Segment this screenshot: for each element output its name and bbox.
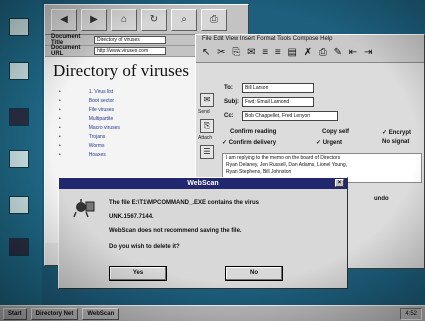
taskbar: Start Directory Net WebScan 4:52: [0, 305, 425, 321]
mail-menubar[interactable]: File Edit View Insert Format Tools Compo…: [196, 35, 424, 45]
url-label: Document URL: [51, 45, 81, 57]
subject-label: Subj:: [224, 99, 239, 105]
message-line: Ryan Stephens, Bill Johnston: [226, 169, 292, 175]
mail-side-icons: ✉ ⎘ ☰: [200, 93, 216, 171]
home-icon[interactable]: ⌂: [111, 8, 137, 31]
dialog-message-advice: WebScan does not recommend saving the fi…: [109, 228, 242, 234]
yes-button[interactable]: Yes: [109, 266, 167, 281]
tree-item[interactable]: Multipartite: [59, 116, 113, 122]
dialog-question: Do you wish to delete it?: [109, 244, 180, 250]
dialog-titlebar: WebScan ×: [59, 178, 347, 189]
title-field[interactable]: Directory of viruses: [94, 36, 166, 44]
desktop: [0, 0, 42, 305]
dialog-title: WebScan: [187, 180, 219, 187]
to-field[interactable]: Bill Larson: [242, 83, 314, 93]
close-icon[interactable]: ×: [335, 179, 344, 187]
virus-warning-dialog: WebScan × The file E:\T1\MPCOMMAND_.EXE …: [58, 177, 348, 289]
message-line: I am replying to the memo on the board o…: [226, 155, 341, 161]
forward-icon[interactable]: ▶: [81, 8, 107, 31]
send-label: Send: [198, 109, 210, 115]
urgent-option[interactable]: ✓ Urgent: [316, 139, 342, 146]
cc-field[interactable]: Bob Chappellet, Fred Lenyon: [242, 111, 338, 121]
address-book-icon[interactable]: ☰: [200, 145, 214, 159]
dialog-message-virus: UNK.1567.7144.: [109, 214, 154, 220]
back-icon[interactable]: ◀: [51, 8, 77, 31]
tree-item[interactable]: File viruses: [59, 107, 114, 113]
confirm-delivery-option[interactable]: ✓ Confirm delivery: [222, 139, 276, 146]
dialog-message-file: The file E:\T1\MPCOMMAND_.EXE contains t…: [109, 200, 260, 206]
search-icon[interactable]: ⌕: [171, 8, 197, 31]
taskbar-item[interactable]: Directory Net: [30, 307, 79, 320]
browser-toolbar: ◀ ▶ ⌂ ↻ ⌕ ⎙: [45, 5, 248, 35]
copy-self-option[interactable]: Copy self: [322, 129, 349, 135]
desktop-icon[interactable]: [9, 196, 29, 214]
desktop-icon[interactable]: [9, 238, 29, 256]
tree-item[interactable]: Worms: [59, 143, 105, 149]
attach-label: Attach: [198, 135, 213, 141]
tree-item[interactable]: Trojans: [59, 134, 106, 140]
desktop-icon[interactable]: [9, 108, 29, 126]
reload-icon[interactable]: ↻: [141, 8, 167, 31]
subject-field[interactable]: Fwd: Email Lamond: [242, 97, 314, 107]
encrypt-option[interactable]: ✓ Encrypt: [382, 129, 411, 136]
virus-scanner-icon: [73, 199, 95, 218]
cc-label: Cc:: [224, 113, 234, 119]
no-button[interactable]: No: [225, 266, 283, 281]
tree-item[interactable]: Macro viruses: [59, 125, 120, 131]
tree-item[interactable]: 1. Virus list: [59, 89, 113, 95]
undo-label[interactable]: undo: [374, 196, 424, 208]
tree-item[interactable]: Boot sector: [59, 98, 114, 104]
clock: 4:52: [400, 307, 422, 320]
no-signature-option[interactable]: No signat: [382, 139, 409, 145]
desktop-icon[interactable]: [9, 150, 29, 168]
to-label: To:: [224, 85, 233, 91]
mail-format-toolbar[interactable]: ↖ ✂ ⎘ ✉ ≡ ≡ ▤ ✗ ⎙ ✎ ⇤ ⇥: [196, 45, 424, 63]
url-field[interactable]: http://www.viruses.com: [94, 47, 166, 55]
taskbar-item[interactable]: WebScan: [82, 307, 120, 320]
message-line: Ryan Delaney, Jen Russell, Dan Adams, Li…: [226, 162, 348, 168]
subject-row: Subj: Fwd: Email Lamond: [224, 97, 314, 107]
attach-icon[interactable]: ⎘: [200, 119, 214, 133]
print-icon[interactable]: ⎙: [201, 8, 227, 31]
confirm-reading-option[interactable]: Confirm reading: [230, 129, 276, 135]
desktop-icon[interactable]: [9, 18, 29, 36]
cc-row: Cc: Bob Chappellet, Fred Lenyon: [224, 111, 338, 121]
tree-item[interactable]: Hoaxes: [59, 152, 106, 158]
send-icon[interactable]: ✉: [200, 93, 214, 107]
to-row: To: Bill Larson: [224, 83, 314, 93]
start-button[interactable]: Start: [3, 307, 27, 320]
desktop-icon[interactable]: [9, 62, 29, 80]
